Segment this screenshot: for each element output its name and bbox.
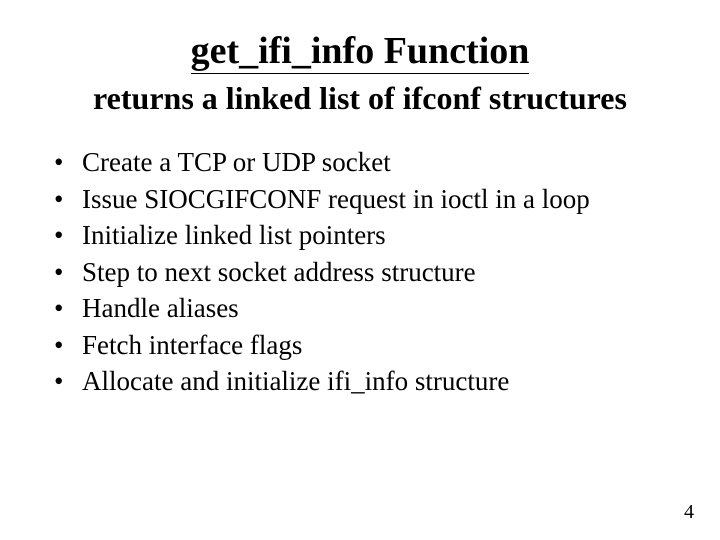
list-item: Allocate and initialize ifi_info structu… [46, 363, 670, 399]
slide: get_ifi_info Function returns a linked l… [0, 0, 720, 540]
slide-title: get_ifi_info Function [40, 30, 680, 74]
slide-subtitle: returns a linked list of ifconf structur… [40, 80, 680, 117]
list-item: Issue SIOCGIFCONF request in ioctl in a … [46, 181, 670, 217]
list-item: Step to next socket address structure [46, 254, 670, 290]
bullet-list: Create a TCP or UDP socket Issue SIOCGIF… [40, 144, 680, 399]
list-item: Fetch interface flags [46, 327, 670, 363]
slide-title-text: get_ifi_info Function [191, 30, 530, 74]
list-item: Create a TCP or UDP socket [46, 144, 670, 180]
list-item: Initialize linked list pointers [46, 217, 670, 253]
list-item: Handle aliases [46, 290, 670, 326]
page-number: 4 [684, 501, 694, 524]
